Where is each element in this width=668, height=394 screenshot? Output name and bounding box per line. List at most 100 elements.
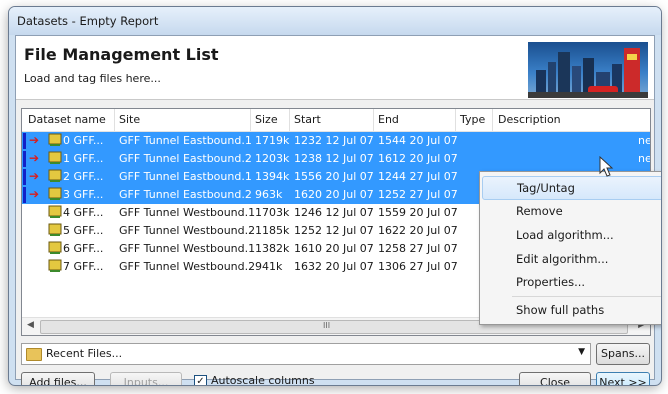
- context-menu: Tag/Untag Remove Load algorithm... Edit …: [479, 171, 661, 325]
- scroll-grip-icon: III: [323, 321, 331, 330]
- cell-end: 1559 20 Jul 07: [378, 206, 458, 219]
- menu-item-label: Properties...: [516, 275, 586, 289]
- column-divider[interactable]: [250, 109, 251, 131]
- cell-size: 1185k: [255, 224, 290, 237]
- dialog-body: File Management List Load and tag files …: [15, 35, 661, 385]
- cell-site: GFF Tunnel Westbound.1: [119, 242, 256, 255]
- cell-dataset-name: 1 GFF...: [63, 152, 104, 165]
- tag-arrow-icon: ➔: [29, 169, 40, 183]
- cell-start: 1252 12 Jul 07: [294, 224, 374, 237]
- dataset-file-icon: [48, 223, 62, 236]
- tag-flag-icon: [23, 187, 26, 203]
- cell-dataset-name: 5 GFF...: [63, 224, 104, 237]
- cell-description: ne: [638, 134, 651, 147]
- cell-dataset-name: 4 GFF...: [63, 206, 104, 219]
- add-files-button[interactable]: Add files...: [21, 372, 95, 385]
- autoscale-label: Autoscale columns: [211, 374, 315, 386]
- menu-item-show-full-paths[interactable]: Show full paths: [482, 299, 661, 321]
- cell-start: 1232 12 Jul 07: [294, 134, 374, 147]
- header-panel: File Management List Load and tag files …: [16, 36, 654, 100]
- cell-size: 1719k: [255, 134, 290, 147]
- cell-site: GFF Tunnel Westbound.2: [119, 224, 256, 237]
- menu-item-remove[interactable]: Remove: [482, 200, 661, 222]
- inputs-button[interactable]: Inputs...: [110, 372, 182, 385]
- column-dataset-name[interactable]: Dataset name: [28, 113, 106, 126]
- menu-item-label: Edit algorithm...: [516, 252, 609, 266]
- table-row[interactable]: ➔ 1 GFF... GFF Tunnel Eastbound.2 1203k 1238…: [22, 150, 650, 168]
- tag-flag-icon: [23, 133, 26, 149]
- cell-site: GFF Tunnel Westbound.2: [119, 260, 256, 273]
- scroll-left-icon[interactable]: ◀: [27, 320, 34, 330]
- dataset-file-icon: [48, 241, 62, 254]
- cell-size: 941k: [255, 260, 283, 273]
- cell-site: GFF Tunnel Eastbound.2: [119, 188, 252, 201]
- cell-start: 1620 20 Jul 07: [294, 188, 374, 201]
- spans-button[interactable]: Spans...: [596, 343, 650, 365]
- tag-arrow-icon: ➔: [29, 151, 40, 165]
- menu-item-tag-untag[interactable]: Tag/Untag: [482, 176, 661, 200]
- cell-end: 1244 27 Jul 07: [378, 170, 458, 183]
- column-end[interactable]: End: [378, 113, 399, 126]
- menu-separator: [512, 296, 661, 297]
- chevron-down-icon[interactable]: ▼: [578, 347, 585, 357]
- column-divider[interactable]: [114, 109, 115, 131]
- tag-flag-icon: [23, 169, 26, 185]
- menu-item-label: Tag/Untag: [517, 181, 575, 195]
- cell-start: 1246 12 Jul 07: [294, 206, 374, 219]
- menu-item-label: Load algorithm...: [516, 228, 614, 242]
- column-size[interactable]: Size: [255, 113, 278, 126]
- cell-start: 1238 12 Jul 07: [294, 152, 374, 165]
- table-row[interactable]: ➔ 0 GFF... GFF Tunnel Eastbound.1 1719k 1232…: [22, 132, 650, 150]
- cell-site: GFF Tunnel Eastbound.1: [119, 170, 252, 183]
- cell-end: 1252 27 Jul 07: [378, 188, 458, 201]
- column-type[interactable]: Type: [460, 113, 485, 126]
- menu-item-properties[interactable]: Properties...: [482, 271, 661, 293]
- tag-flag-icon: [23, 151, 26, 167]
- window-title: Datasets - Empty Report: [17, 14, 159, 28]
- cell-site: GFF Tunnel Westbound.1: [119, 206, 256, 219]
- city-skyline-icon: [528, 48, 648, 98]
- dialog-window: Datasets - Empty Report File Management …: [8, 6, 662, 386]
- cell-end: 1258 27 Jul 07: [378, 242, 458, 255]
- next-button[interactable]: Next >>: [596, 372, 650, 385]
- tag-arrow-icon: ➔: [29, 187, 40, 201]
- cell-dataset-name: 2 GFF...: [63, 170, 104, 183]
- column-divider[interactable]: [289, 109, 290, 131]
- cell-start: 1610 20 Jul 07: [294, 242, 374, 255]
- cell-start: 1556 20 Jul 07: [294, 170, 374, 183]
- dataset-file-icon: [48, 133, 62, 146]
- column-divider[interactable]: [373, 109, 374, 131]
- column-start[interactable]: Start: [294, 113, 321, 126]
- cell-description: ne: [638, 152, 651, 165]
- menu-item-label: Remove: [516, 204, 563, 218]
- column-header-row: Dataset name Site Size Start End Type De…: [22, 109, 650, 132]
- column-divider[interactable]: [492, 109, 493, 131]
- cell-site: GFF Tunnel Eastbound.1: [119, 134, 252, 147]
- cell-end: 1612 20 Jul 07: [378, 152, 458, 165]
- folder-icon: [26, 348, 42, 361]
- dataset-file-icon: [48, 205, 62, 218]
- cell-dataset-name: 7 GFF...: [63, 260, 104, 273]
- close-button[interactable]: Close: [519, 372, 591, 385]
- cell-site: GFF Tunnel Eastbound.2: [119, 152, 252, 165]
- cell-dataset-name: 3 GFF...: [63, 188, 104, 201]
- menu-item-edit-algorithm[interactable]: Edit algorithm...: [482, 248, 661, 270]
- cell-size: 1382k: [255, 242, 290, 255]
- recent-files-dropdown[interactable]: Recent Files... ▼: [21, 343, 591, 365]
- menu-item-load-algorithm[interactable]: Load algorithm...: [482, 224, 661, 246]
- city-banner-image: [528, 42, 648, 98]
- title-bar[interactable]: Datasets - Empty Report: [9, 7, 661, 35]
- column-site[interactable]: Site: [119, 113, 140, 126]
- cell-start: 1632 20 Jul 07: [294, 260, 374, 273]
- column-description[interactable]: Description: [498, 113, 561, 126]
- mouse-cursor-icon: [599, 156, 614, 177]
- column-divider[interactable]: [455, 109, 456, 131]
- cell-dataset-name: 6 GFF...: [63, 242, 104, 255]
- dataset-file-icon: [48, 187, 62, 200]
- dataset-file-icon: [48, 169, 62, 182]
- autoscale-checkbox[interactable]: ✓: [194, 375, 207, 385]
- page-title: File Management List: [24, 45, 219, 64]
- page-subtitle: Load and tag files here...: [24, 72, 161, 85]
- dataset-file-icon: [48, 151, 62, 164]
- cell-dataset-name: 0 GFF...: [63, 134, 104, 147]
